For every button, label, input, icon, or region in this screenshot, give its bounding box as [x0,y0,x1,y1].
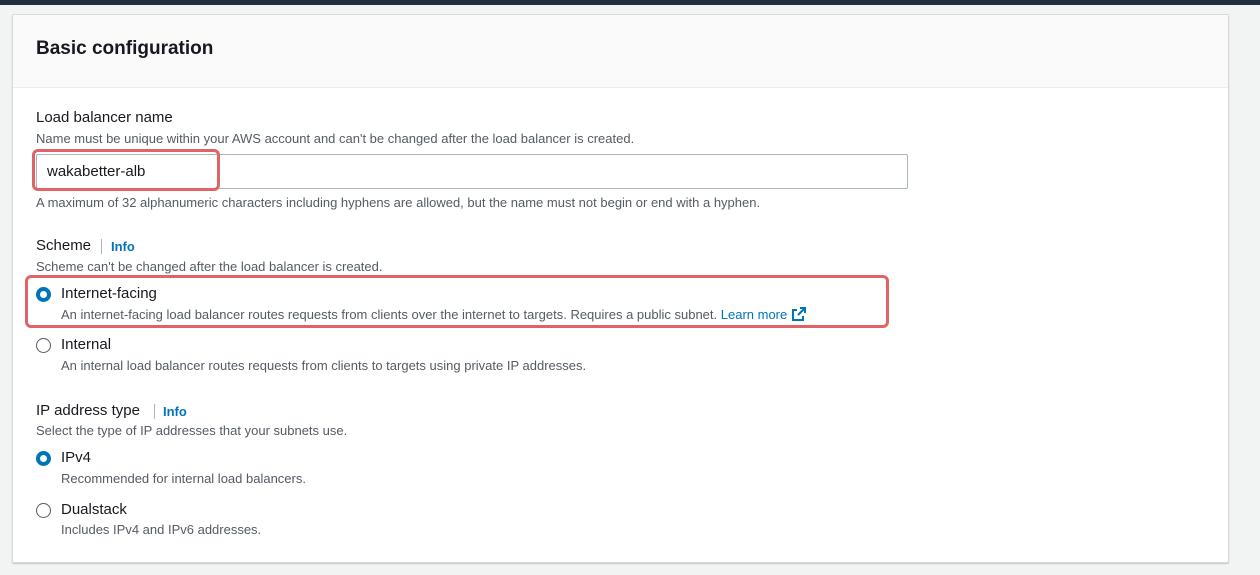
scheme-separator [101,239,102,254]
option-dualstack-label[interactable]: Dualstack [61,501,127,518]
highlight-internet-facing-box [25,275,889,328]
ip-address-type-description: Select the type of IP addresses that you… [36,423,348,438]
ip-address-type-label: IP address type [36,402,140,419]
option-internal-description: An internal load balancer routes request… [61,358,587,373]
scheme-label: Scheme [36,237,92,254]
option-internal-label[interactable]: Internal [61,336,111,353]
basic-configuration-panel: Basic configuration Load balancer name N… [12,14,1229,563]
panel-header: Basic configuration [13,15,1228,88]
option-ipv4-label[interactable]: IPv4 [61,449,91,466]
radio-ipv4[interactable] [36,451,51,466]
radio-dualstack[interactable] [36,503,51,518]
load-balancer-name-constraint: A maximum of 32 alphanumeric characters … [36,195,761,210]
highlight-name-box [32,149,220,191]
option-ipv4-description: Recommended for internal load balancers. [61,471,306,486]
ip-address-type-info-link[interactable]: Info [163,404,187,419]
panel-title: Basic configuration [36,38,214,59]
console-top-bar [0,0,1260,5]
radio-internal[interactable] [36,338,51,353]
ip-address-type-separator [154,404,155,419]
option-dualstack-description: Includes IPv4 and IPv6 addresses. [61,522,262,537]
scheme-info-link[interactable]: Info [111,239,135,254]
load-balancer-name-label: Load balancer name [36,109,173,126]
scheme-description: Scheme can't be changed after the load b… [36,259,383,274]
load-balancer-name-description: Name must be unique within your AWS acco… [36,131,635,146]
